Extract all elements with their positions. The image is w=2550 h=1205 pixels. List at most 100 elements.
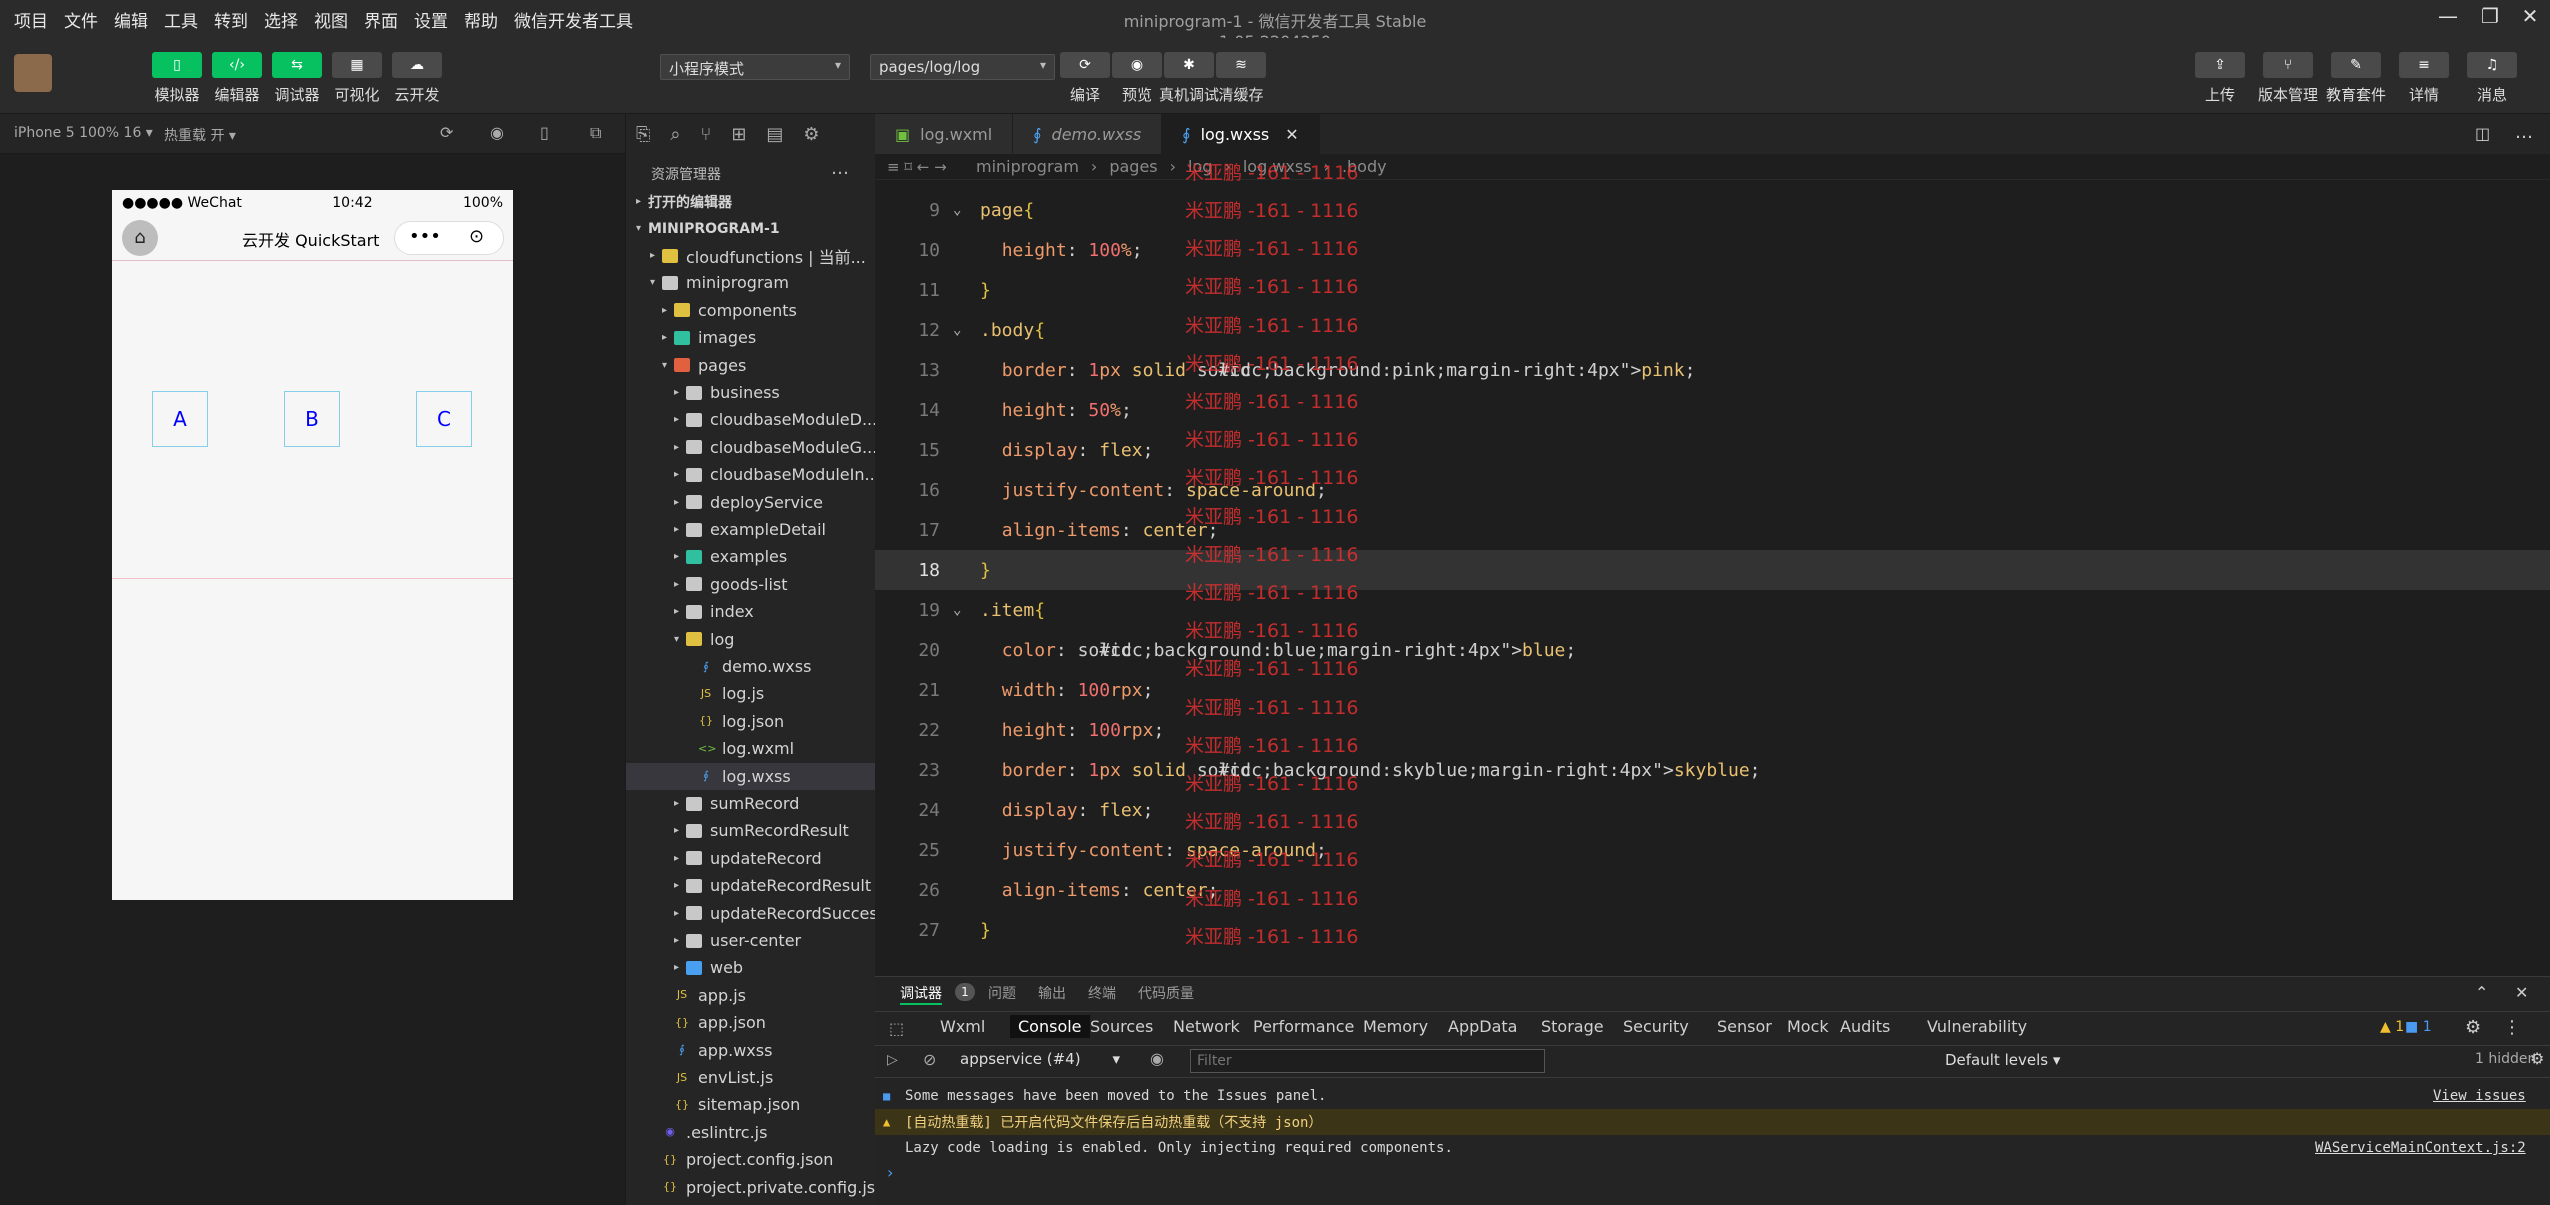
open-editors-section[interactable]: ▸ 打开的编辑器: [636, 188, 732, 215]
tree-item-miniprogram[interactable]: ▾ miniprogram: [650, 269, 789, 296]
tree-item-cloudbasemoduled[interactable]: ▸ cloudbaseModuleD...: [674, 406, 877, 433]
tree-item-app-wxss[interactable]: ∮ app.wxss: [662, 1037, 772, 1064]
warning-count[interactable]: ▲ 1: [2380, 1019, 2404, 1035]
layers-button[interactable]: ≋ 清缓存: [1206, 52, 1276, 105]
close-window-button[interactable]: ✕: [2510, 4, 2550, 34]
tree-item-demo-wxss[interactable]: ∮ demo.wxss: [686, 653, 811, 680]
debug-tab-1[interactable]: 问题: [988, 983, 1016, 1003]
menu-item[interactable]: 项目: [6, 7, 56, 32]
item-cell[interactable]: B: [284, 391, 340, 447]
clear-console-icon[interactable]: ⊘: [923, 1050, 936, 1069]
chevron-icon[interactable]: ▸: [674, 825, 686, 836]
layers-icon[interactable]: ≋: [1216, 52, 1266, 78]
chevron-icon[interactable]: ▸: [674, 387, 686, 398]
menu-item[interactable]: 界面: [356, 7, 406, 32]
devtools-tab-memory[interactable]: Memory: [1363, 1017, 1428, 1036]
chevron-icon[interactable]: ▸: [662, 332, 674, 343]
close-tab-icon[interactable]: ✕: [1285, 125, 1298, 144]
devtools-tab-appdata[interactable]: AppData: [1448, 1017, 1517, 1036]
capsule-button[interactable]: ••• ⊙: [394, 221, 504, 255]
debug-tab-2[interactable]: 输出: [1038, 983, 1066, 1003]
chevron-icon[interactable]: ▸: [674, 908, 686, 919]
chevron-icon[interactable]: ▸: [650, 250, 662, 261]
tree-item-app-js[interactable]: JS app.js: [662, 982, 746, 1009]
view-issues-link[interactable]: View issues: [2433, 1088, 2526, 1104]
cloud-button[interactable]: ☁ 云开发: [382, 52, 452, 105]
log-levels-select[interactable]: Default levels ▾: [1945, 1051, 2060, 1069]
code-line[interactable]: 27}: [875, 910, 2550, 950]
tree-item-business[interactable]: ▸ business: [674, 379, 780, 406]
source-link[interactable]: WAServiceMainContext.js:2: [2315, 1140, 2526, 1156]
tree-item-envlist-js[interactable]: JS envList.js: [662, 1064, 773, 1091]
tree-item-index[interactable]: ▸ index: [674, 598, 754, 625]
tree-item-log-json[interactable]: {} log.json: [686, 708, 784, 735]
extensions-icon[interactable]: ⊞: [731, 124, 746, 145]
tree-item-log-wxml[interactable]: <> log.wxml: [686, 735, 794, 762]
more-actions-icon[interactable]: …: [2515, 122, 2533, 143]
eye-icon[interactable]: ◉: [1150, 1049, 1164, 1068]
tree-item-images[interactable]: ▸ images: [662, 324, 756, 351]
fold-chevron-icon[interactable]: ⌄: [953, 202, 961, 218]
devtools-tab-performance[interactable]: Performance: [1253, 1017, 1354, 1036]
chevron-icon[interactable]: ▾: [674, 634, 686, 645]
search-icon[interactable]: ⌕: [670, 124, 680, 145]
chevron-icon[interactable]: ▸: [674, 935, 686, 946]
context-select[interactable]: appservice (#4) ▾: [960, 1050, 1120, 1068]
tree-item-log-wxss[interactable]: ∮ log.wxss: [626, 762, 876, 790]
phone-icon[interactable]: ▯: [540, 123, 549, 142]
tab-demo-wxss[interactable]: ∮ demo.wxss: [1013, 114, 1163, 154]
debug-tab-3[interactable]: 终端: [1088, 983, 1116, 1003]
settings-icon[interactable]: ⚙: [2465, 1017, 2481, 1038]
menu-item[interactable]: 编辑: [106, 7, 156, 32]
chevron-icon[interactable]: ▸: [674, 880, 686, 891]
menu-button[interactable]: ≡ 详情: [2389, 52, 2459, 105]
chevron-icon[interactable]: ▸: [674, 606, 686, 617]
code-area[interactable]: 9 page{⌄ 10 height: 100%; 11} 12 .body{⌄ 13 bo…: [875, 162, 2550, 976]
devtools-tab-sensor[interactable]: Sensor: [1717, 1017, 1772, 1036]
tab-log-wxss[interactable]: ∮ log.wxss ✕: [1162, 114, 1320, 154]
console-settings-icon[interactable]: ⚙: [2530, 1049, 2544, 1068]
menu-icon[interactable]: ≡: [2399, 52, 2449, 78]
avatar[interactable]: [14, 54, 52, 92]
devtools-tab-security[interactable]: Security: [1623, 1017, 1689, 1036]
record-icon[interactable]: ◉: [490, 123, 504, 142]
code-line[interactable]: 26 align-items: center;: [875, 870, 2550, 910]
minimize-button[interactable]: —: [2428, 4, 2468, 34]
chevron-icon[interactable]: ▸: [674, 524, 686, 535]
fold-chevron-icon[interactable]: ⌄: [953, 322, 961, 338]
debug-tab-0[interactable]: 调试器: [900, 983, 942, 1005]
code-line[interactable]: 15 display: flex;: [875, 430, 2550, 470]
code-line[interactable]: 10 height: 100%;: [875, 230, 2550, 270]
code-line[interactable]: 21 width: 100rpx;: [875, 670, 2550, 710]
menu-item[interactable]: 选择: [256, 7, 306, 32]
tree-item-updaterecordresult[interactable]: ▸ updateRecordResult: [674, 872, 871, 899]
devtools-tab-mock[interactable]: Mock: [1787, 1017, 1829, 1036]
close-panel-icon[interactable]: ✕: [2515, 983, 2528, 1002]
tree-item-sumrecord[interactable]: ▸ sumRecord: [674, 790, 799, 817]
tree-item-updaterecord[interactable]: ▸ updateRecord: [674, 845, 822, 872]
breadcrumb-item[interactable]: miniprogram: [976, 157, 1079, 176]
collapse-icon[interactable]: ⌃: [2475, 983, 2488, 1002]
tree-item-log-js[interactable]: JS log.js: [686, 680, 764, 707]
inspect-icon[interactable]: ⬚: [889, 1019, 904, 1038]
tree-item-web[interactable]: ▸ web: [674, 954, 743, 981]
tree-item-pages[interactable]: ▾ pages: [662, 352, 746, 379]
chevron-icon[interactable]: ▸: [674, 414, 686, 425]
chevron-icon[interactable]: ▸: [674, 853, 686, 864]
chevron-icon[interactable]: ▸: [674, 962, 686, 973]
code-line[interactable]: 24 display: flex;: [875, 790, 2550, 830]
tree-item-sitemap-json[interactable]: {} sitemap.json: [662, 1091, 800, 1118]
source-control-icon[interactable]: ⑂: [701, 124, 712, 145]
storage-icon[interactable]: ▤: [766, 124, 783, 145]
item-cell[interactable]: A: [152, 391, 208, 447]
breadcrumb-item[interactable]: pages: [1109, 157, 1157, 176]
cloud-icon[interactable]: ☁: [392, 52, 442, 78]
debug-tab-4[interactable]: 代码质量: [1138, 983, 1194, 1003]
tree-item-user-center[interactable]: ▸ user-center: [674, 927, 801, 954]
layout-icon[interactable]: ▦: [332, 52, 382, 78]
code-line[interactable]: 12 .body{⌄: [875, 310, 2550, 350]
chevron-icon[interactable]: ▸: [674, 497, 686, 508]
code-line[interactable]: 11}: [875, 270, 2550, 310]
code-line[interactable]: 23 border: 1px solid solid #ccc;backgrou…: [875, 750, 2550, 790]
split-editor-icon[interactable]: ◫: [2475, 124, 2490, 143]
